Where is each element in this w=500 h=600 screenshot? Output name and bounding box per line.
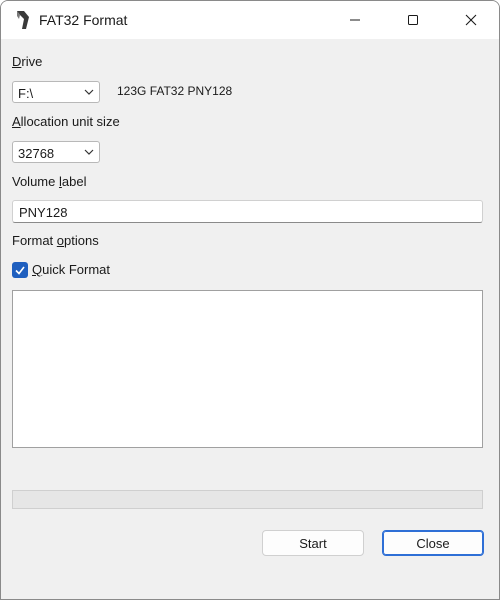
allocation-selected-value: 32768 (18, 146, 55, 161)
close-icon (465, 14, 477, 26)
minimize-button[interactable] (327, 1, 383, 39)
title-bar[interactable]: FAT32 Format (1, 1, 499, 39)
checkmark-icon (15, 266, 25, 275)
maximize-button[interactable] (385, 1, 441, 39)
progress-bar (12, 490, 483, 509)
drive-info: 123G FAT32 PNY128 (117, 84, 233, 98)
allocation-unit-size-label: Allocation unit size (12, 114, 120, 129)
format-options-label: Format options (12, 233, 99, 248)
maximize-icon (408, 15, 418, 25)
chevron-down-icon (84, 89, 94, 95)
volume-label-input[interactable]: PNY128 (12, 200, 483, 223)
window-close-button[interactable] (443, 1, 499, 39)
quick-format-checkbox[interactable] (12, 262, 28, 278)
start-button[interactable]: Start (262, 530, 364, 556)
quick-format-label[interactable]: Quick Format (32, 262, 110, 277)
output-log-box[interactable] (12, 290, 483, 448)
drive-label: Drive (12, 54, 43, 69)
fat32format-app-icon (17, 11, 29, 29)
volume-label-label: Volume label (12, 174, 87, 189)
fat32-format-window: FAT32 Format Drive F:\ 123G FAT32 PNY128… (0, 0, 500, 600)
allocation-unit-size-select[interactable]: 32768 (12, 141, 100, 163)
volume-label-value: PNY128 (19, 205, 68, 220)
close-button[interactable]: Close (382, 530, 484, 556)
drive-select[interactable]: F:\ (12, 81, 100, 103)
chevron-down-icon (84, 149, 94, 155)
minimize-icon (350, 19, 360, 21)
window-title: FAT32 Format (39, 12, 128, 28)
drive-selected-value: F:\ (18, 86, 34, 101)
